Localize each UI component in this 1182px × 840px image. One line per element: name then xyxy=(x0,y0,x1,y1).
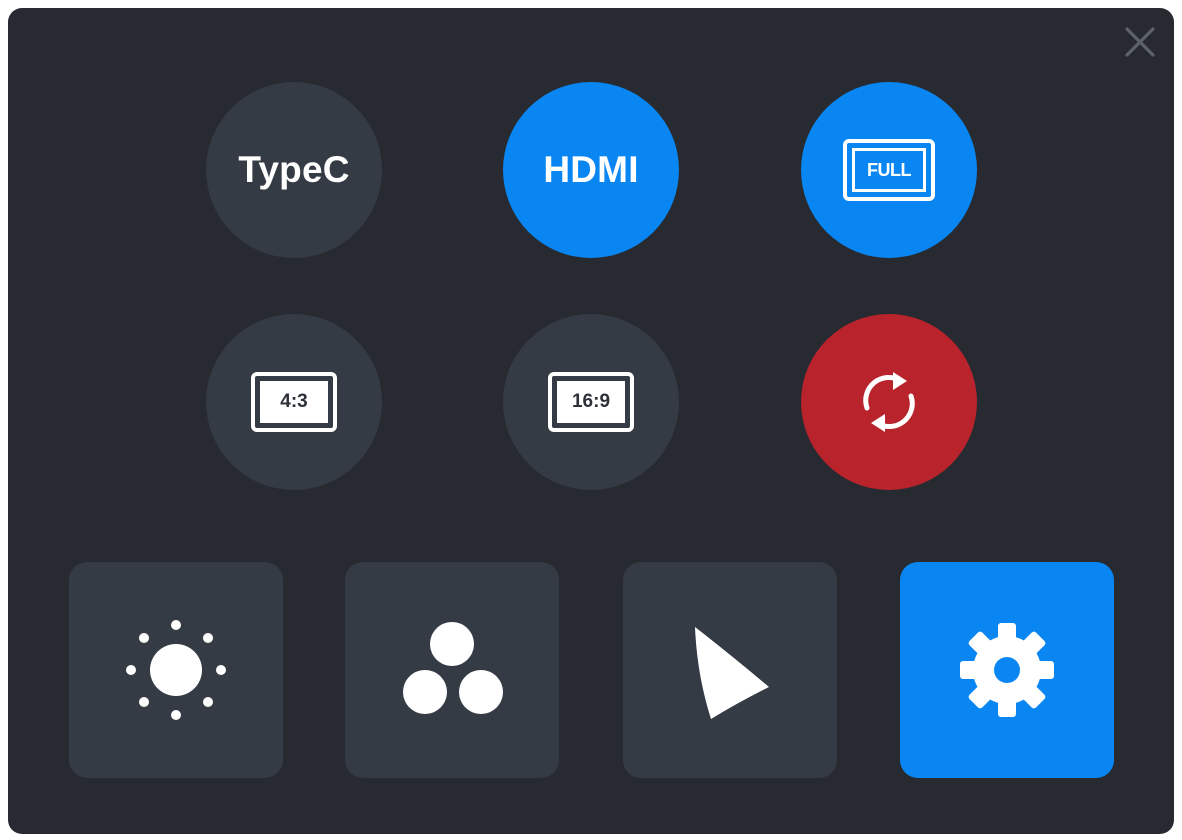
color-tile[interactable] xyxy=(345,562,559,778)
close-button[interactable] xyxy=(1118,20,1162,64)
osd-menu-panel: TypeC HDMI FULL 4:3 16:9 xyxy=(8,8,1174,834)
full-aspect-button[interactable]: FULL xyxy=(801,82,977,258)
aspect-4-3-label: 4:3 xyxy=(260,381,328,423)
rotate-icon xyxy=(863,372,915,432)
aspect-4-3-icon: 4:3 xyxy=(251,372,337,432)
full-screen-icon: FULL xyxy=(843,139,935,201)
aspect-16-9-button[interactable]: 16:9 xyxy=(503,314,679,490)
settings-tile[interactable] xyxy=(900,562,1114,778)
full-label: FULL xyxy=(852,148,926,192)
settings-icon xyxy=(960,623,1054,717)
brightness-icon xyxy=(126,620,226,720)
hdmi-label: HDMI xyxy=(543,149,639,190)
hdmi-source-button[interactable]: HDMI xyxy=(503,82,679,258)
close-icon xyxy=(1125,27,1155,57)
typec-label: TypeC xyxy=(238,149,350,190)
color-icon xyxy=(403,622,503,714)
rotate-button[interactable] xyxy=(801,314,977,490)
aspect-16-9-icon: 16:9 xyxy=(548,372,634,432)
aspect-16-9-label: 16:9 xyxy=(557,381,625,423)
gamma-icon xyxy=(695,627,769,719)
brightness-tile[interactable] xyxy=(69,562,283,778)
gamma-tile[interactable] xyxy=(623,562,837,778)
typec-source-button[interactable]: TypeC xyxy=(206,82,382,258)
aspect-4-3-button[interactable]: 4:3 xyxy=(206,314,382,490)
